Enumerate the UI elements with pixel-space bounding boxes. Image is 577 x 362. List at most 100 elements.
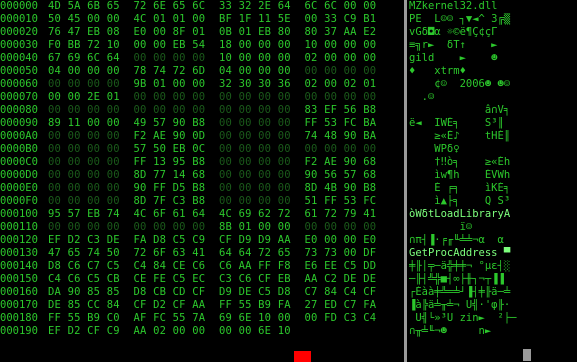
hex-byte-group[interactable]: 90 FF D5 B8 (134, 182, 220, 195)
hex-byte-group[interactable]: 00 00 00 00 (48, 169, 134, 182)
ascii-row[interactable]: GetProcAddress ▀ (409, 247, 575, 260)
hex-byte-group[interactable]: F0 BB 72 10 (48, 39, 134, 52)
ascii-pane[interactable]: MZkernel32.dll PE L☺☺ ┐▼◄^ 3╔▒ vGδ◘α ☼©ë¶Ç… (409, 0, 575, 338)
ascii-row[interactable]: òWδtLoadLibraryA (409, 208, 575, 221)
ascii-row[interactable]: ï☺ (409, 221, 575, 234)
hex-byte-group[interactable]: C6 AA FF F8 (219, 260, 305, 273)
hex-byte-group[interactable]: 00 00 00 00 (219, 156, 305, 169)
hex-byte-group[interactable]: 57 50 EB 0C (134, 143, 220, 156)
hex-row[interactable]: 04 00 00 00 78 74 72 6D 04 00 00 00 00 00 0… (48, 65, 403, 78)
hex-byte-group[interactable]: FF 13 95 B8 (134, 156, 220, 169)
ascii-row[interactable]: U╣└»³U zin► ²├─ (409, 312, 575, 325)
hex-byte-group[interactable]: F2 AE 90 0D (134, 130, 220, 143)
hex-byte-group[interactable]: 00 00 00 00 (219, 195, 305, 208)
hex-byte-group[interactable]: 50 45 00 00 (48, 13, 134, 26)
hex-byte-group[interactable]: 89 11 00 00 (48, 117, 134, 130)
hex-byte-group[interactable]: 00 00 00 00 (48, 221, 134, 234)
hex-byte-group[interactable]: 00 00 00 00 (219, 169, 305, 182)
hex-byte-group[interactable]: 73 73 00 DF (305, 247, 391, 260)
hex-byte-group[interactable]: 00 00 00 00 (48, 182, 134, 195)
hex-byte-group[interactable]: 00 00 00 00 (48, 104, 134, 117)
hex-byte-group[interactable]: 49 57 90 B8 (134, 117, 220, 130)
hex-byte-group[interactable]: 90 56 57 68 (305, 169, 391, 182)
hex-byte-group[interactable]: 51 FF 53 FC (305, 195, 391, 208)
hex-row[interactable]: 47 65 74 50 72 6F 63 41 64 64 72 65 73 73 0… (48, 247, 403, 260)
hex-byte-group[interactable]: 00 00 6E 10 (219, 325, 305, 338)
ascii-row[interactable]: MZkernel32.dll (409, 0, 575, 13)
hex-byte-group[interactable]: 64 64 72 65 (219, 247, 305, 260)
hex-byte-group[interactable]: 72 6E 65 6C (134, 0, 220, 13)
ascii-row[interactable]: ì▲├╕ Q S³ (409, 195, 575, 208)
hex-byte-group[interactable]: 10 00 00 00 (305, 39, 391, 52)
ascii-row[interactable]: WPδ♀ (409, 143, 575, 156)
hex-byte-group[interactable]: 33 32 2E 64 (219, 0, 305, 13)
hex-byte-group[interactable]: 04 00 00 00 (219, 65, 305, 78)
ascii-row[interactable]: †‼ò╕ ≥«Éh (409, 156, 575, 169)
hex-byte-group[interactable]: 69 6E 10 00 (219, 312, 305, 325)
hex-byte-group[interactable]: 78 74 72 6D (134, 65, 220, 78)
hex-byte-group[interactable]: AF FC 55 7A (134, 312, 220, 325)
hex-row[interactable]: 00 00 00 00 00 00 00 00 8B 01 00 00 00 00 0… (48, 221, 403, 234)
hex-byte-group[interactable]: 10 00 00 00 (219, 52, 305, 65)
hex-byte-group[interactable]: 00 00 00 00 (134, 104, 220, 117)
hex-byte-group[interactable]: 00 00 00 00 (48, 195, 134, 208)
hex-byte-group[interactable]: 47 65 74 50 (48, 247, 134, 260)
hex-byte-group[interactable]: 00 00 00 00 (134, 91, 220, 104)
hex-byte-group[interactable]: AA 02 00 00 (134, 325, 220, 338)
hex-byte-group[interactable]: 00 00 00 00 (219, 182, 305, 195)
hex-byte-group[interactable]: 00 00 00 00 (48, 130, 134, 143)
hex-byte-group[interactable]: 02 00 00 00 (305, 52, 391, 65)
hex-row[interactable]: 00 00 00 00 FF 13 95 B8 00 00 00 00 F2 AE 9… (48, 156, 403, 169)
hex-byte-group[interactable]: 00 00 00 00 (48, 78, 134, 91)
hex-byte-group[interactable]: C7 84 C4 CF (305, 286, 391, 299)
hex-byte-group[interactable]: 04 00 00 00 (48, 65, 134, 78)
hex-row[interactable]: 00 00 2E 01 00 00 00 00 00 00 00 00 00 00 0… (48, 91, 403, 104)
hex-byte-group[interactable]: 00 00 00 00 (219, 130, 305, 143)
hex-byte-group[interactable]: 6C 6C 00 00 (305, 0, 391, 13)
hex-byte-group[interactable]: 00 00 00 00 (305, 91, 391, 104)
hex-byte-group[interactable]: FF 55 B9 C0 (48, 312, 134, 325)
hex-row[interactable]: 95 57 EB 74 4C 6F 61 64 4C 69 62 72 61 72 7… (48, 208, 403, 221)
hex-byte-group[interactable]: BF 1F 11 5E (219, 13, 305, 26)
hex-row[interactable]: 67 69 6C 64 00 00 00 00 10 00 00 00 02 00 0… (48, 52, 403, 65)
hex-byte-group[interactable]: 83 EF 56 B8 (305, 104, 391, 117)
hex-byte-group[interactable]: FF 55 B9 FA (219, 299, 305, 312)
ascii-row[interactable]: ∩π┤▐·╒╓╙╧╧¬α α (409, 234, 575, 247)
hex-byte-group[interactable]: 72 6F 63 41 (134, 247, 220, 260)
hex-byte-group[interactable]: 4C 01 01 00 (134, 13, 220, 26)
hex-row[interactable]: DE 85 CC 84 CF D2 CF AA FF 55 B9 FA 27 ED C… (48, 299, 403, 312)
ascii-row[interactable]: É ╒╕ ìKÉ╕ (409, 182, 575, 195)
hex-byte-group[interactable]: E6 EE C5 DD (305, 260, 391, 273)
hex-row[interactable]: F0 BB 72 10 00 00 EB 54 18 00 00 00 10 00 0… (48, 39, 403, 52)
hex-bytes-pane[interactable]: 4D 5A 6B 65 72 6E 65 6C 33 32 2E 64 6C 6C 0… (48, 0, 403, 338)
ascii-row[interactable]: ¢☺ 2006☻ ☻☺ (409, 78, 575, 91)
hex-row[interactable]: DA 90 85 85 D8 CB CD CF D9 DE C5 D8 C7 84 C… (48, 286, 403, 299)
hex-byte-group[interactable]: 00 00 00 00 (219, 143, 305, 156)
hex-byte-group[interactable]: 61 72 79 41 (305, 208, 391, 221)
ascii-row[interactable]: ╪╟│╤─ä╬╪╪¬ °με┤░ (409, 260, 575, 273)
hex-byte-group[interactable]: 8D 77 14 68 (134, 169, 220, 182)
hex-byte-group[interactable]: E0 00 00 E0 (305, 234, 391, 247)
hex-byte-group[interactable]: 8B 01 00 00 (219, 221, 305, 234)
ascii-row[interactable]: ë◄ IWÉ╕ S³║ (409, 117, 575, 130)
hex-byte-group[interactable]: C3 C6 CF EB (219, 273, 305, 286)
hex-byte-group[interactable]: 00 00 00 00 (305, 65, 391, 78)
hex-byte-group[interactable]: 27 ED C7 FA (305, 299, 391, 312)
hex-row[interactable]: 00 00 00 00 F2 AE 90 0D 00 00 00 00 74 48 9… (48, 130, 403, 143)
hex-byte-group[interactable]: D8 C6 C7 C5 (48, 260, 134, 273)
hex-row[interactable]: 89 11 00 00 49 57 90 B8 00 00 00 00 FF 53 F… (48, 117, 403, 130)
hex-byte-group[interactable]: FA D8 C5 C9 (134, 234, 220, 247)
ascii-row[interactable]: PE L☺☺ ┐▼◄^ 3╔▒ (409, 13, 575, 26)
hex-byte-group[interactable]: 74 48 90 BA (305, 130, 391, 143)
hex-byte-group[interactable]: 0B 01 EB 80 (219, 26, 305, 39)
ascii-row[interactable]: ♦ xtrm♦ (409, 65, 575, 78)
hex-row[interactable]: EF D2 CF C9 AA 02 00 00 00 00 6E 10 (48, 325, 403, 338)
hex-byte-group[interactable]: 00 00 00 00 (48, 156, 134, 169)
ascii-row[interactable]: gild ► ☻ (409, 52, 575, 65)
hex-row[interactable]: 50 45 00 00 4C 01 01 00 BF 1F 11 5E 00 33 C… (48, 13, 403, 26)
hex-byte-group[interactable]: E0 00 8F 01 (134, 26, 220, 39)
hex-byte-group[interactable]: 00 00 00 00 (48, 143, 134, 156)
hex-byte-group[interactable]: 00 00 00 00 (219, 91, 305, 104)
hex-byte-group[interactable]: C4 84 CE C6 (134, 260, 220, 273)
hex-row[interactable]: EF D2 C3 DE FA D8 C5 C9 CF D9 D9 AA E0 00 0… (48, 234, 403, 247)
